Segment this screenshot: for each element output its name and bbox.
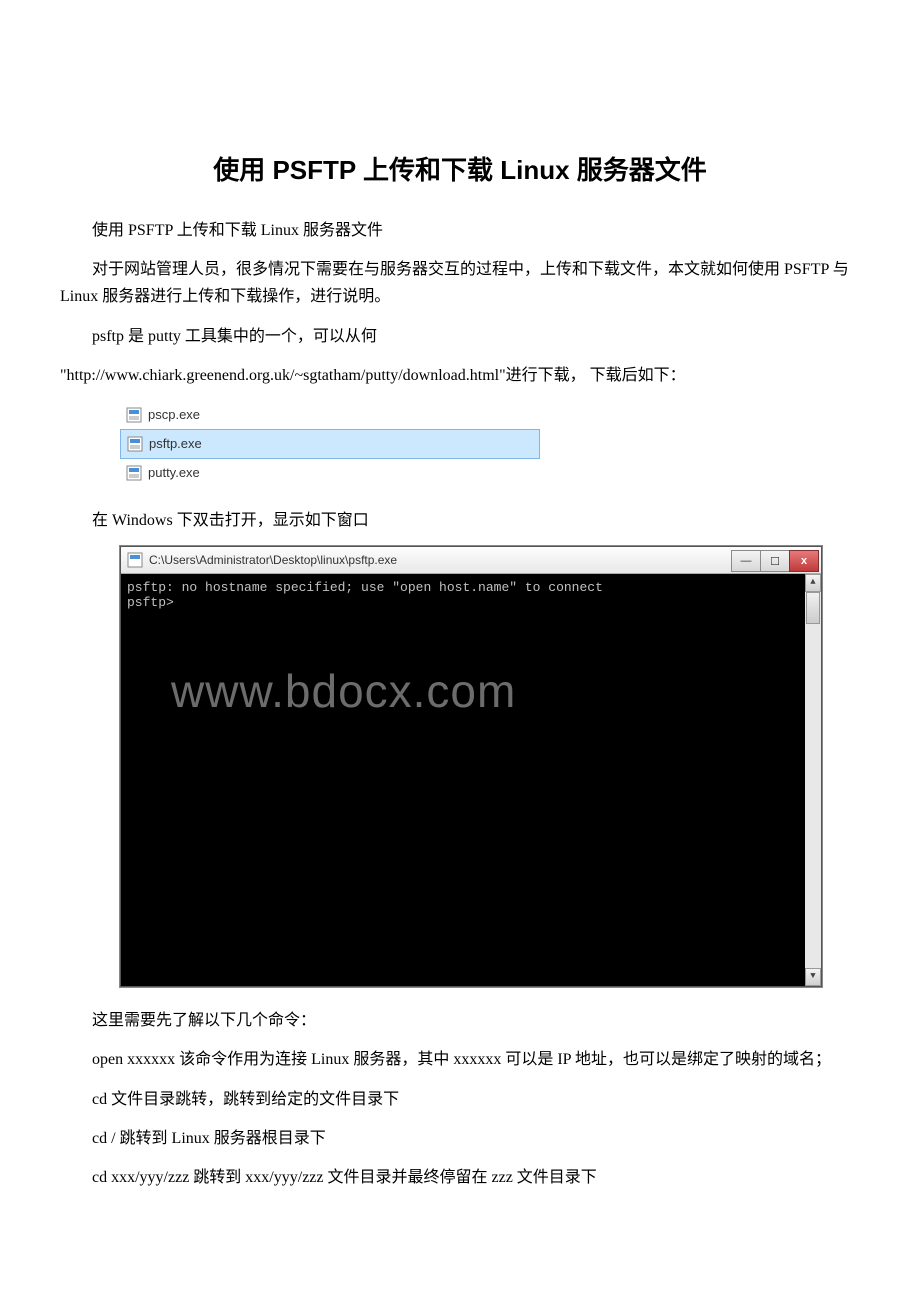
console-line-1: psftp: no hostname specified; use "open … <box>127 580 603 595</box>
console-title: C:\Users\Administrator\Desktop\linux\psf… <box>149 553 732 567</box>
exe-icon <box>127 436 143 452</box>
console-body[interactable]: psftp: no hostname specified; use "open … <box>121 574 821 986</box>
file-list: pscp.exe psftp.exe putty.exe <box>120 401 540 487</box>
file-row-pscp[interactable]: pscp.exe <box>120 401 540 429</box>
paragraph-open-window: 在 Windows 下双击打开，显示如下窗口 <box>60 507 860 534</box>
window-controls: — ☐ x <box>732 550 819 570</box>
file-label: pscp.exe <box>148 407 200 422</box>
file-row-psftp[interactable]: psftp.exe <box>120 429 540 459</box>
paragraph-cmd-cd-path: cd xxx/yyy/zzz 跳转到 xxx/yyy/zzz 文件目录并最终停留… <box>60 1164 860 1191</box>
paragraph-download-1: psftp 是 putty 工具集中的一个，可以从何 <box>60 323 860 350</box>
file-row-putty[interactable]: putty.exe <box>120 459 540 487</box>
scroll-thumb[interactable] <box>806 592 820 624</box>
scroll-down-icon[interactable]: ▼ <box>805 968 821 986</box>
paragraph-cmd-cd: cd 文件目录跳转，跳转到给定的文件目录下 <box>60 1086 860 1113</box>
paragraph-cmd-cd-root: cd / 跳转到 Linux 服务器根目录下 <box>60 1125 860 1152</box>
file-label: psftp.exe <box>149 436 202 451</box>
paragraph-commands-intro: 这里需要先了解以下几个命令： <box>60 1007 860 1034</box>
paragraph-intro-repeat: 使用 PSFTP 上传和下载 Linux 服务器文件 <box>60 217 860 244</box>
paragraph-download-2: "http://www.chiark.greenend.org.uk/~sgta… <box>60 362 860 389</box>
scroll-up-icon[interactable]: ▲ <box>805 574 821 592</box>
console-line-2: psftp> <box>127 595 174 610</box>
exe-icon <box>126 465 142 481</box>
exe-icon <box>126 407 142 423</box>
file-label: putty.exe <box>148 465 200 480</box>
console-window: C:\Users\Administrator\Desktop\linux\psf… <box>120 546 822 987</box>
scrollbar[interactable]: ▲ ▼ <box>805 574 821 986</box>
app-icon <box>127 552 143 568</box>
console-titlebar[interactable]: C:\Users\Administrator\Desktop\linux\psf… <box>121 547 821 574</box>
close-button[interactable]: x <box>789 550 819 572</box>
scroll-track[interactable] <box>805 592 821 968</box>
page-title: 使用 PSFTP 上传和下载 Linux 服务器文件 <box>60 150 860 187</box>
watermark-text: www.bdocx.com <box>171 664 516 718</box>
maximize-button[interactable]: ☐ <box>760 550 790 572</box>
minimize-button[interactable]: — <box>731 550 761 572</box>
paragraph-context: 对于网站管理人员，很多情况下需要在与服务器交互的过程中，上传和下载文件，本文就如… <box>60 256 860 310</box>
paragraph-cmd-open: open xxxxxx 该命令作用为连接 Linux 服务器，其中 xxxxxx… <box>60 1046 860 1073</box>
